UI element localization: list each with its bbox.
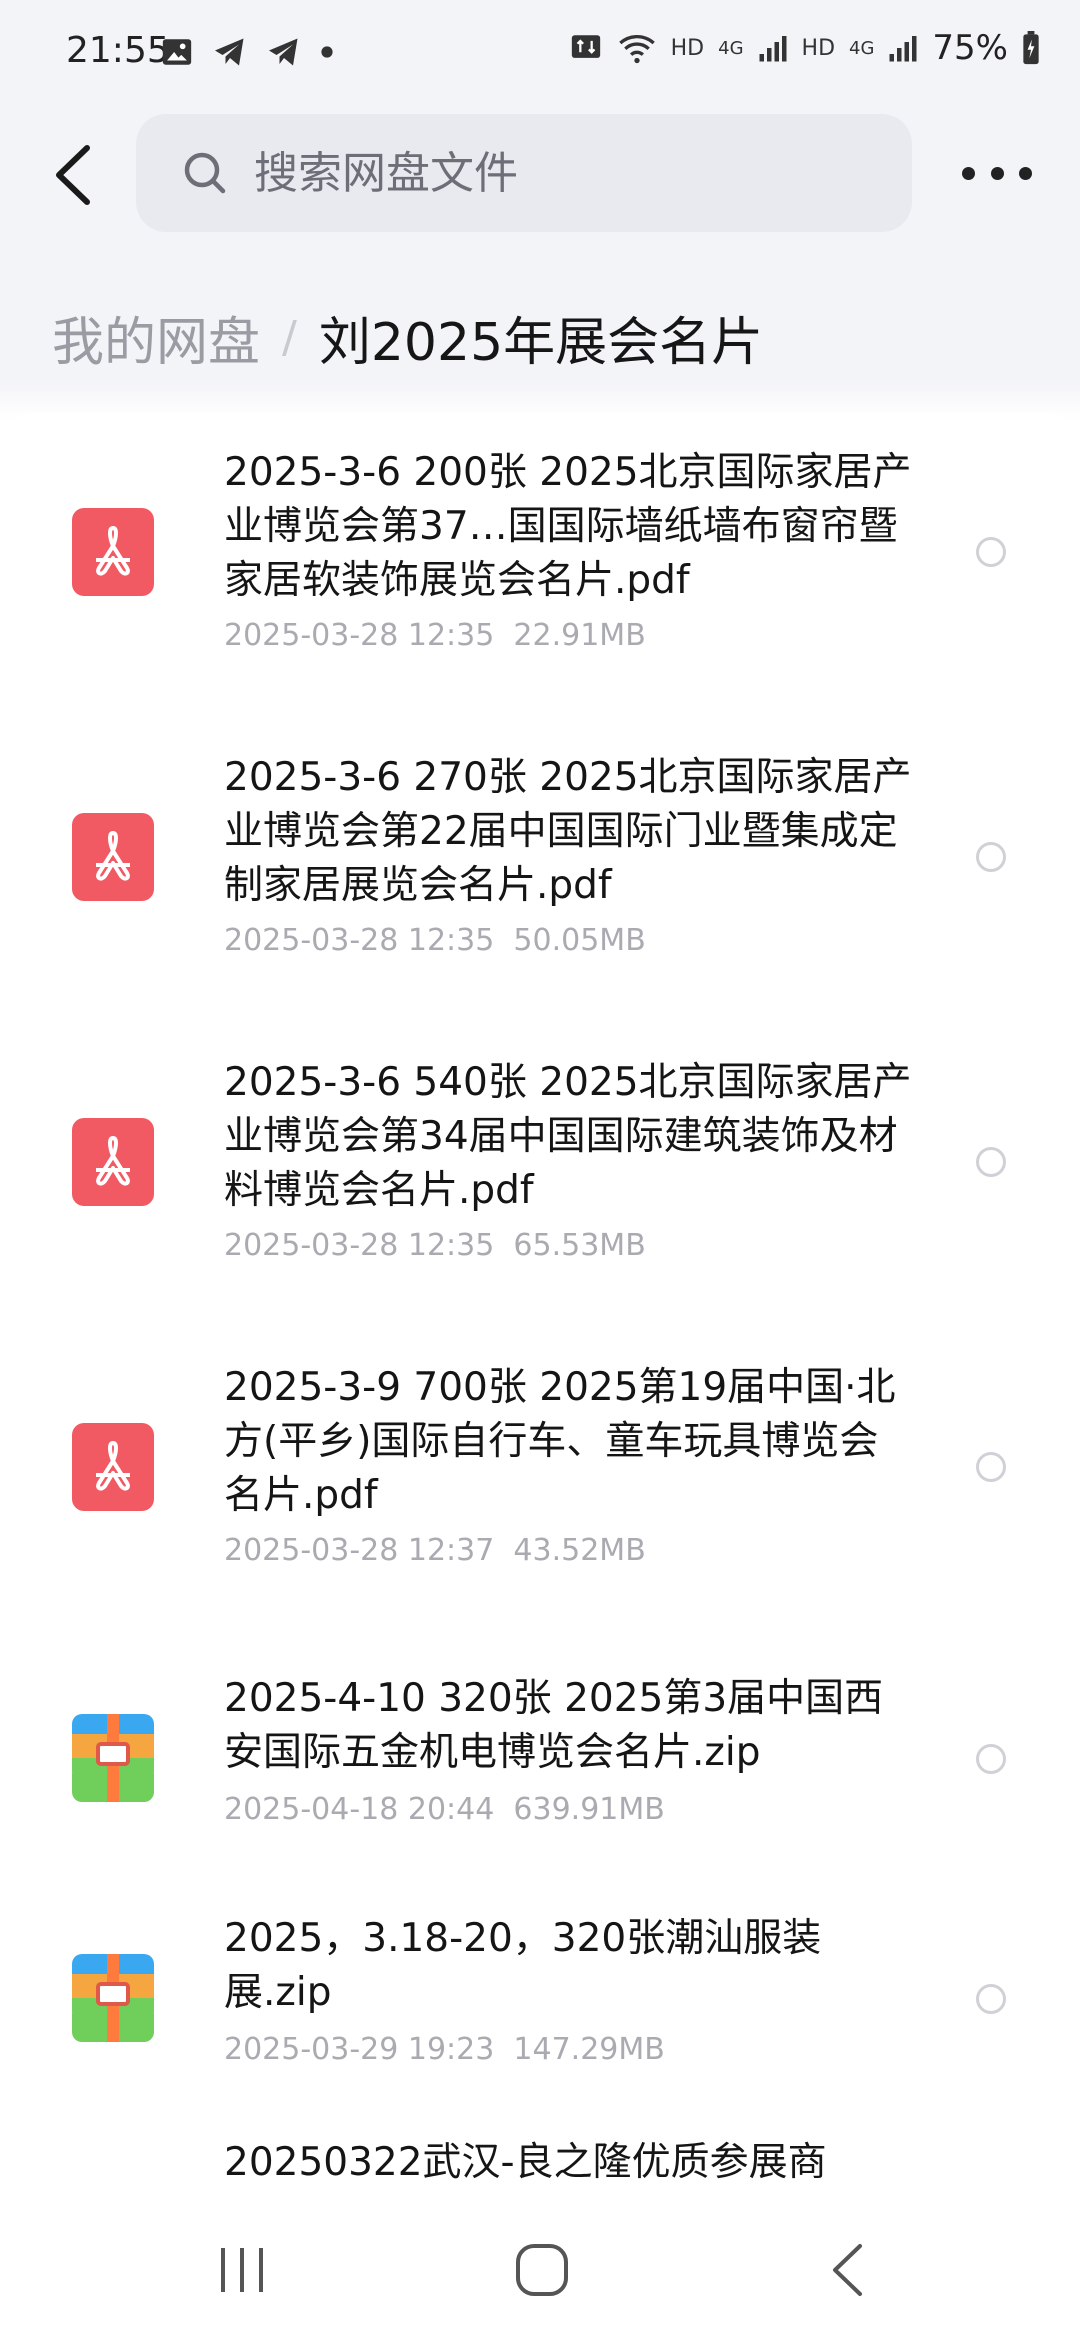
file-item[interactable]: 2025-3-9 700张 2025第19届中国·北方(平乡)国际自行车、童车玩…	[0, 1327, 1080, 1627]
breadcrumb-separator: /	[282, 312, 297, 363]
dot-icon	[321, 46, 333, 58]
recent-apps-button[interactable]	[212, 2240, 272, 2300]
telegram-icon	[215, 38, 244, 66]
signal-icon	[889, 36, 917, 62]
breadcrumb-current: 刘2025年展会名片	[318, 313, 764, 373]
file-date: 2025-03-28 12:37	[224, 1533, 495, 1568]
gallery-icon	[162, 39, 192, 65]
telegram-icon	[269, 38, 298, 66]
file-item[interactable]: 2025-3-6 200张 2025北京国际家居产业博览会第37…国国际墙纸墙布…	[0, 412, 1080, 712]
recent-apps-icon	[221, 2248, 263, 2292]
notification-icons	[160, 34, 334, 70]
file-item[interactable]: 2025-3-6 270张 2025北京国际家居产业博览会第22届中国国际门业暨…	[0, 717, 1080, 1017]
pdf-file-icon	[72, 1423, 154, 1511]
file-meta: 2025-04-18 20:44 639.91MB	[224, 1792, 665, 1827]
file-name: 2025-3-6 200张 2025北京国际家居产业博览会第37…国国际墙纸墙布…	[224, 450, 912, 603]
select-radio[interactable]	[976, 1452, 1006, 1482]
breadcrumb: 我的网盘 / 刘2025年展会名片	[52, 300, 763, 375]
home-icon	[516, 2244, 568, 2296]
hd-label: HD	[670, 35, 705, 61]
file-name: 2025-3-6 540张 2025北京国际家居产业博览会第34届中国国际建筑装…	[224, 1060, 912, 1213]
file-name: 2025-3-6 270张 2025北京国际家居产业博览会第22届中国国际门业暨…	[224, 755, 912, 908]
file-size: 639.91MB	[513, 1792, 665, 1827]
system-nav-bar	[0, 2200, 1080, 2340]
file-date: 2025-03-29 19:23	[224, 2032, 495, 2067]
network-4g-label: 4G	[718, 37, 744, 59]
pdf-file-icon	[72, 813, 154, 901]
home-button[interactable]	[510, 2240, 574, 2300]
battery-charging-icon	[1023, 31, 1039, 65]
system-back-button[interactable]	[822, 2240, 872, 2300]
file-date: 2025-03-28 12:35	[224, 923, 495, 958]
file-item[interactable]: 2025-4-10 320张 2025第3届中国西安国际五金机电博览会名片.zi…	[0, 1632, 1080, 1872]
select-radio[interactable]	[976, 1147, 1006, 1177]
signal-icon	[759, 36, 787, 62]
select-radio[interactable]	[976, 537, 1006, 567]
file-size: 43.52MB	[513, 1533, 646, 1568]
file-meta: 2025-03-28 12:37 43.52MB	[224, 1533, 646, 1568]
back-button[interactable]	[48, 140, 98, 210]
file-date: 2025-03-28 12:35	[224, 1228, 495, 1263]
more-dot	[962, 166, 975, 180]
pdf-file-icon	[72, 1118, 154, 1206]
file-name: 2025-3-9 700张 2025第19届中国·北方(平乡)国际自行车、童车玩…	[224, 1365, 896, 1518]
file-name: 2025，3.18-20，320张潮汕服装展.zip	[224, 1916, 822, 2015]
search-input[interactable]	[252, 146, 856, 200]
zip-archive-icon	[72, 1954, 154, 2042]
pdf-file-icon	[72, 508, 154, 596]
file-list: 2025-3-6 200张 2025北京国际家居产业博览会第37…国国际墙纸墙布…	[0, 412, 1080, 2212]
battery-level: 75%	[932, 28, 1008, 68]
file-meta: 2025-03-28 12:35 22.91MB	[224, 618, 646, 653]
status-bar: 21:55 HD 4G HD 4G 75%	[0, 0, 1080, 110]
file-item[interactable]: 2025，3.18-20，320张潮汕服装展.zip 2025-03-29 19…	[0, 1872, 1080, 2112]
select-radio[interactable]	[976, 1744, 1006, 1774]
system-status-icons: HD 4G HD 4G 75%	[569, 28, 1040, 68]
chevron-left-icon	[56, 145, 90, 205]
data-transfer-icon	[571, 35, 600, 58]
zip-archive-icon	[72, 1714, 154, 1802]
file-meta: 2025-03-28 12:35 50.05MB	[224, 923, 646, 958]
search-bar[interactable]	[136, 114, 912, 232]
file-size: 50.05MB	[513, 923, 646, 958]
more-dot	[990, 166, 1004, 180]
file-size: 65.53MB	[513, 1228, 646, 1263]
file-size: 147.29MB	[513, 2032, 665, 2067]
hd-label: HD	[801, 35, 836, 61]
search-icon	[184, 152, 226, 194]
file-item[interactable]: 2025-3-6 540张 2025北京国际家居产业博览会第34届中国国际建筑装…	[0, 1022, 1080, 1322]
file-date: 2025-04-18 20:44	[224, 1792, 495, 1827]
breadcrumb-root[interactable]: 我的网盘	[52, 300, 260, 375]
back-triangle-icon	[833, 2244, 862, 2296]
file-name: 2025-4-10 320张 2025第3届中国西安国际五金机电博览会名片.zi…	[224, 1676, 884, 1775]
status-time: 21:55	[66, 30, 170, 71]
file-meta: 2025-03-29 19:23 147.29MB	[224, 2032, 665, 2067]
select-radio[interactable]	[976, 1984, 1006, 2014]
wifi-icon	[618, 35, 655, 64]
file-meta: 2025-03-28 12:35 65.53MB	[224, 1228, 646, 1263]
file-date: 2025-03-28 12:35	[224, 618, 495, 653]
more-dot	[1019, 166, 1032, 180]
file-size: 22.91MB	[513, 618, 646, 653]
network-4g-label: 4G	[849, 37, 875, 59]
more-options-button[interactable]	[962, 148, 1032, 198]
select-radio[interactable]	[976, 842, 1006, 872]
file-name: 20250322武汉-良之隆优质参展商	[224, 2140, 827, 2185]
